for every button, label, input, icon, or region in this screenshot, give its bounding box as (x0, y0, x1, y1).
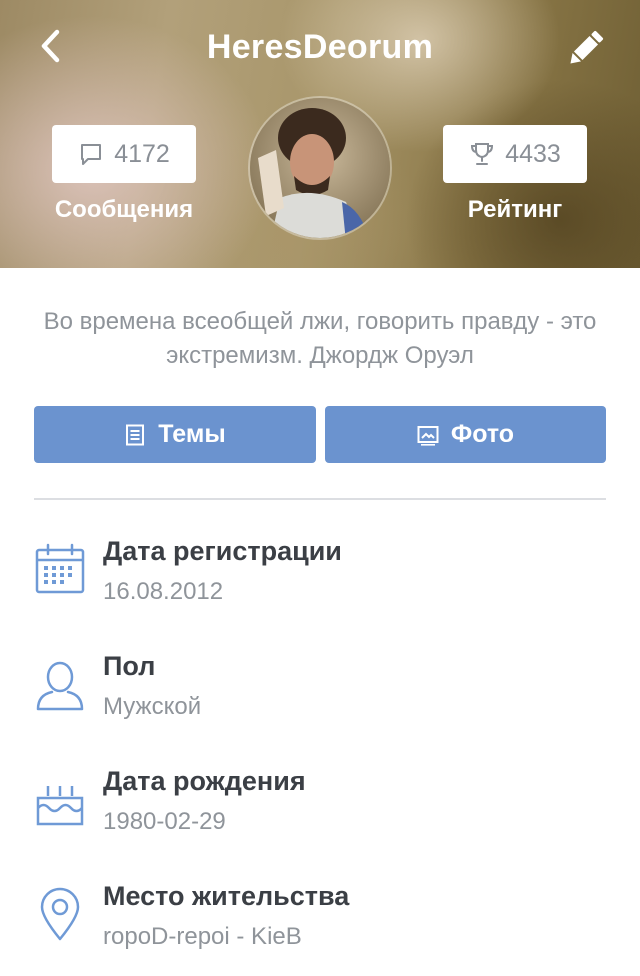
page-title: HeresDeorum (206, 28, 434, 66)
calendar-icon (35, 543, 85, 594)
photo-label: Фото (450, 420, 515, 448)
info-label: Дата регистрации (103, 536, 342, 566)
info-value: 1980-02-29 (103, 808, 226, 835)
info-row-registration-date: Дата регистрации 16.08.2012 (0, 536, 640, 636)
pencil-icon (570, 30, 604, 64)
location-pin-icon (40, 887, 80, 941)
image-icon (417, 425, 439, 446)
info-label: Место жительства (103, 881, 350, 911)
chat-bubble-icon (81, 144, 102, 165)
avatar[interactable] (248, 96, 392, 240)
birthday-cake-icon (36, 786, 84, 826)
rating-label: Рейтинг (467, 196, 563, 223)
info-row-gender: Пол Мужской (0, 651, 640, 751)
back-button[interactable] (32, 26, 72, 66)
info-value: Мужской (103, 693, 202, 720)
messages-label: Сообщения (54, 196, 194, 223)
person-icon (36, 661, 84, 711)
photo-button[interactable]: Фото (325, 406, 606, 463)
info-row-birth-date: Дата рождения 1980-02-29 (0, 766, 640, 866)
document-icon (126, 424, 145, 445)
info-label: Пол (103, 651, 156, 681)
status-quote: Во времена всеобщей лжи, говорить правду… (43, 308, 597, 369)
edit-button[interactable] (564, 26, 608, 70)
messages-count-button[interactable]: 4172 (52, 125, 196, 183)
topics-label: Темы (158, 420, 226, 448)
profile-header: HeresDeorum 4172 Сообщения 4433 Рейтинг (0, 0, 640, 268)
rating-count: 4433 (505, 139, 561, 168)
info-label: Дата рождения (103, 766, 306, 796)
trophy-icon (471, 143, 494, 165)
info-row-location: Место жительства ropoD-repoi - KieB (0, 881, 640, 976)
avatar-image (250, 98, 390, 238)
chevron-left-icon (41, 29, 60, 63)
rating-count-button[interactable]: 4433 (443, 125, 587, 183)
messages-count: 4172 (114, 139, 170, 168)
info-value: 16.08.2012 (103, 578, 224, 605)
topics-button[interactable]: Темы (34, 406, 316, 463)
info-value: ropoD-repoi - KieB (103, 923, 302, 950)
divider (34, 498, 606, 500)
